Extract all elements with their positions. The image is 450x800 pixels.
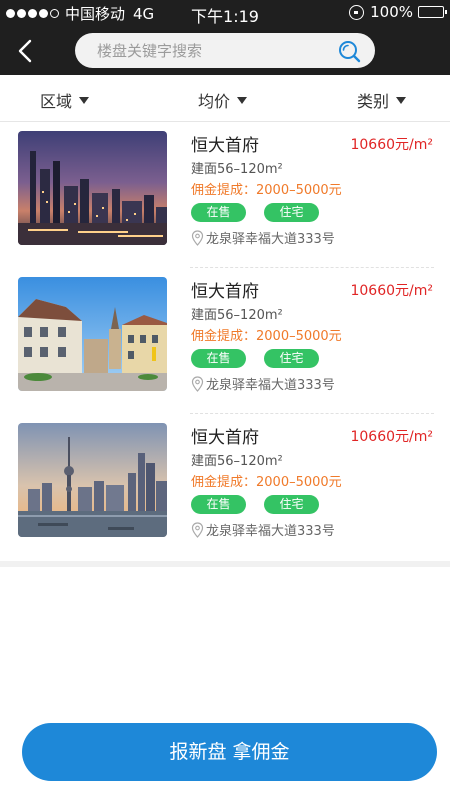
type-badge: 住宅	[264, 349, 319, 368]
status-right: 100%	[349, 3, 447, 21]
status-badge: 在售	[191, 203, 246, 222]
rotation-lock-icon	[349, 4, 365, 20]
listing-address: 龙泉驿幸福大道333号	[191, 374, 335, 393]
listing-commission: 佣金提成：2000–5000元	[191, 475, 342, 490]
filter-category-label: 类别	[357, 92, 390, 111]
listing-price: 10660元/m²	[350, 283, 433, 299]
type-badge: 住宅	[264, 203, 319, 222]
listing-area: 建面56–120m²	[191, 454, 283, 469]
status-bar: 中国移动 4G 下午1:19 100%	[0, 0, 450, 27]
battery-percent: 100%	[370, 3, 413, 21]
listing-address: 龙泉驿幸福大道333号	[191, 520, 335, 539]
listing-address: 龙泉驿幸福大道333号	[191, 228, 335, 247]
filter-category[interactable]: 类别	[357, 88, 407, 112]
listing-photo	[18, 423, 167, 537]
listing-area: 建面56–120m²	[191, 308, 283, 323]
listing-item[interactable]: 恒大首府 10660元/m² 建面56–120m² 佣金提成：2000–5000…	[0, 122, 450, 268]
caret-down-icon	[79, 96, 90, 104]
listing-address-text: 龙泉驿幸福大道333号	[206, 524, 335, 539]
filter-region[interactable]: 区域	[40, 88, 90, 112]
report-new-project-button[interactable]: 报新盘 拿佣金	[22, 723, 437, 781]
listing-price: 10660元/m²	[350, 429, 433, 445]
listing-item[interactable]: 恒大首府 10660元/m² 建面56–120m² 佣金提成：2000–5000…	[0, 268, 450, 414]
listing-photo	[18, 277, 167, 391]
status-badge: 在售	[191, 495, 246, 514]
listing-list: 恒大首府 10660元/m² 建面56–120m² 佣金提成：2000–5000…	[0, 122, 450, 560]
listing-price: 10660元/m²	[350, 137, 433, 153]
filter-region-label: 区域	[40, 92, 73, 111]
type-badge: 住宅	[264, 495, 319, 514]
battery-icon	[418, 6, 447, 18]
section-divider	[0, 561, 450, 567]
search-bar[interactable]	[75, 33, 375, 68]
status-badge: 在售	[191, 349, 246, 368]
chevron-left-icon[interactable]	[12, 37, 40, 65]
listing-title: 恒大首府	[191, 136, 259, 156]
nav-bar	[0, 27, 450, 75]
listing-address-text: 龙泉驿幸福大道333号	[206, 378, 335, 393]
listing-commission: 佣金提成：2000–5000元	[191, 329, 342, 344]
listing-photo	[18, 131, 167, 245]
listing-area: 建面56–120m²	[191, 162, 283, 177]
search-icon[interactable]	[337, 39, 361, 63]
listing-title: 恒大首府	[191, 428, 259, 448]
listing-item[interactable]: 恒大首府 10660元/m² 建面56–120m² 佣金提成：2000–5000…	[0, 414, 450, 560]
filter-avg-price-label: 均价	[198, 92, 231, 111]
location-pin-icon	[191, 375, 204, 392]
listing-address-text: 龙泉驿幸福大道333号	[206, 232, 335, 247]
filter-avg-price[interactable]: 均价	[198, 88, 248, 112]
location-pin-icon	[191, 229, 204, 246]
search-input[interactable]	[97, 33, 327, 68]
listing-commission: 佣金提成：2000–5000元	[191, 183, 342, 198]
listing-title: 恒大首府	[191, 282, 259, 302]
location-pin-icon	[191, 521, 204, 538]
caret-down-icon	[396, 96, 407, 104]
filter-bar: 区域 均价 类别	[0, 75, 450, 122]
caret-down-icon	[237, 96, 248, 104]
